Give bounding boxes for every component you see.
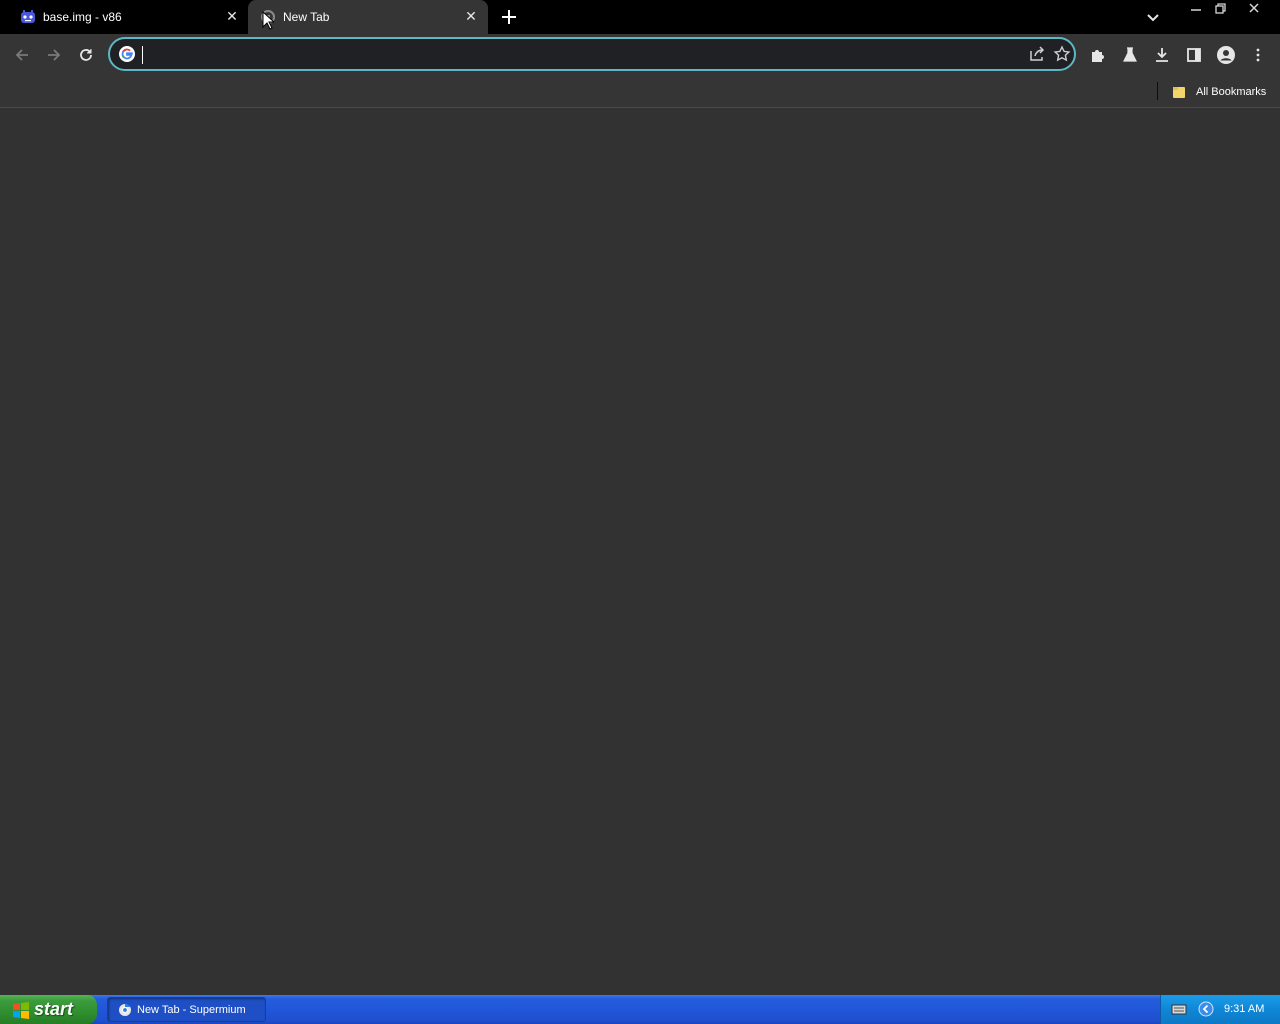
start-label: start <box>34 999 74 1019</box>
labs-button[interactable] <box>1119 44 1141 66</box>
keyboard-icon[interactable] <box>1171 1002 1187 1016</box>
flask-icon <box>1123 47 1137 62</box>
bookmark-star-icon[interactable] <box>1053 45 1071 63</box>
side-panel-button[interactable] <box>1183 44 1205 66</box>
minimize-icon <box>1191 9 1201 11</box>
kebab-menu-icon <box>1256 48 1260 62</box>
back-arrow-icon <box>15 49 28 61</box>
tab-new-tab[interactable]: New Tab ✕ <box>248 0 488 34</box>
close-icon <box>1249 3 1259 13</box>
start-button[interactable]: start <box>0 995 97 1024</box>
page-content[interactable] <box>0 109 1280 995</box>
all-bookmarks-label: All Bookmarks <box>1196 86 1267 98</box>
side-panel-icon <box>1187 48 1201 62</box>
google-icon <box>119 46 135 62</box>
omnibox-input[interactable] <box>140 45 1020 65</box>
v86-icon <box>20 9 36 25</box>
close-window-button[interactable] <box>1242 0 1266 18</box>
show-hidden-icons-icon[interactable] <box>1198 1001 1214 1017</box>
new-tab-button[interactable] <box>498 6 520 28</box>
plus-icon <box>502 10 516 24</box>
windows-logo-icon <box>13 1001 29 1019</box>
extensions-button[interactable] <box>1087 44 1109 66</box>
all-bookmarks-button[interactable]: All Bookmarks <box>1172 82 1266 102</box>
tab-strip: base.img - v86 ✕ New Tab ✕ <box>0 0 1280 34</box>
avatar-icon <box>1217 46 1235 64</box>
puzzle-icon <box>1092 50 1104 62</box>
tab-title: base.img - v86 <box>43 10 122 24</box>
mouse-cursor <box>262 10 276 31</box>
restore-icon <box>1215 3 1226 14</box>
forward-arrow-icon <box>48 49 61 61</box>
share-icon[interactable] <box>1028 45 1046 63</box>
reload-icon <box>80 49 92 61</box>
reload-button[interactable] <box>75 44 97 66</box>
bookmarks-separator <box>1157 82 1158 100</box>
minimize-button[interactable] <box>1184 0 1208 18</box>
tab-title: New Tab <box>283 10 330 24</box>
back-button[interactable] <box>11 44 33 66</box>
folder-icon <box>1173 86 1185 98</box>
tab-search-button[interactable] <box>1144 8 1162 26</box>
system-tray: 9:31 AM <box>1160 995 1280 1024</box>
bookmarks-bar: All Bookmarks <box>0 76 1280 108</box>
chevron-down-icon <box>1147 14 1159 22</box>
text-caret <box>142 46 143 64</box>
profile-button[interactable] <box>1215 44 1237 66</box>
downloads-button[interactable] <box>1151 44 1173 66</box>
forward-button[interactable] <box>43 44 65 66</box>
tab-base-img[interactable]: base.img - v86 ✕ <box>0 0 248 34</box>
address-bar[interactable] <box>108 37 1076 71</box>
close-tab-icon[interactable]: ✕ <box>463 8 479 24</box>
browser-toolbar <box>0 34 1280 76</box>
clock: 9:31 AM <box>1224 1003 1265 1015</box>
taskbar-window-label: New Tab - Supermium <box>137 1003 246 1016</box>
taskbar-window-button[interactable]: New Tab - Supermium <box>107 997 266 1022</box>
download-icon <box>1156 48 1168 62</box>
close-tab-icon[interactable]: ✕ <box>224 8 240 24</box>
taskbar: start New Tab - Supermium 9:31 AM <box>0 995 1280 1024</box>
restore-button[interactable] <box>1208 0 1232 18</box>
supermium-icon <box>119 1003 131 1016</box>
menu-button[interactable] <box>1247 44 1269 66</box>
